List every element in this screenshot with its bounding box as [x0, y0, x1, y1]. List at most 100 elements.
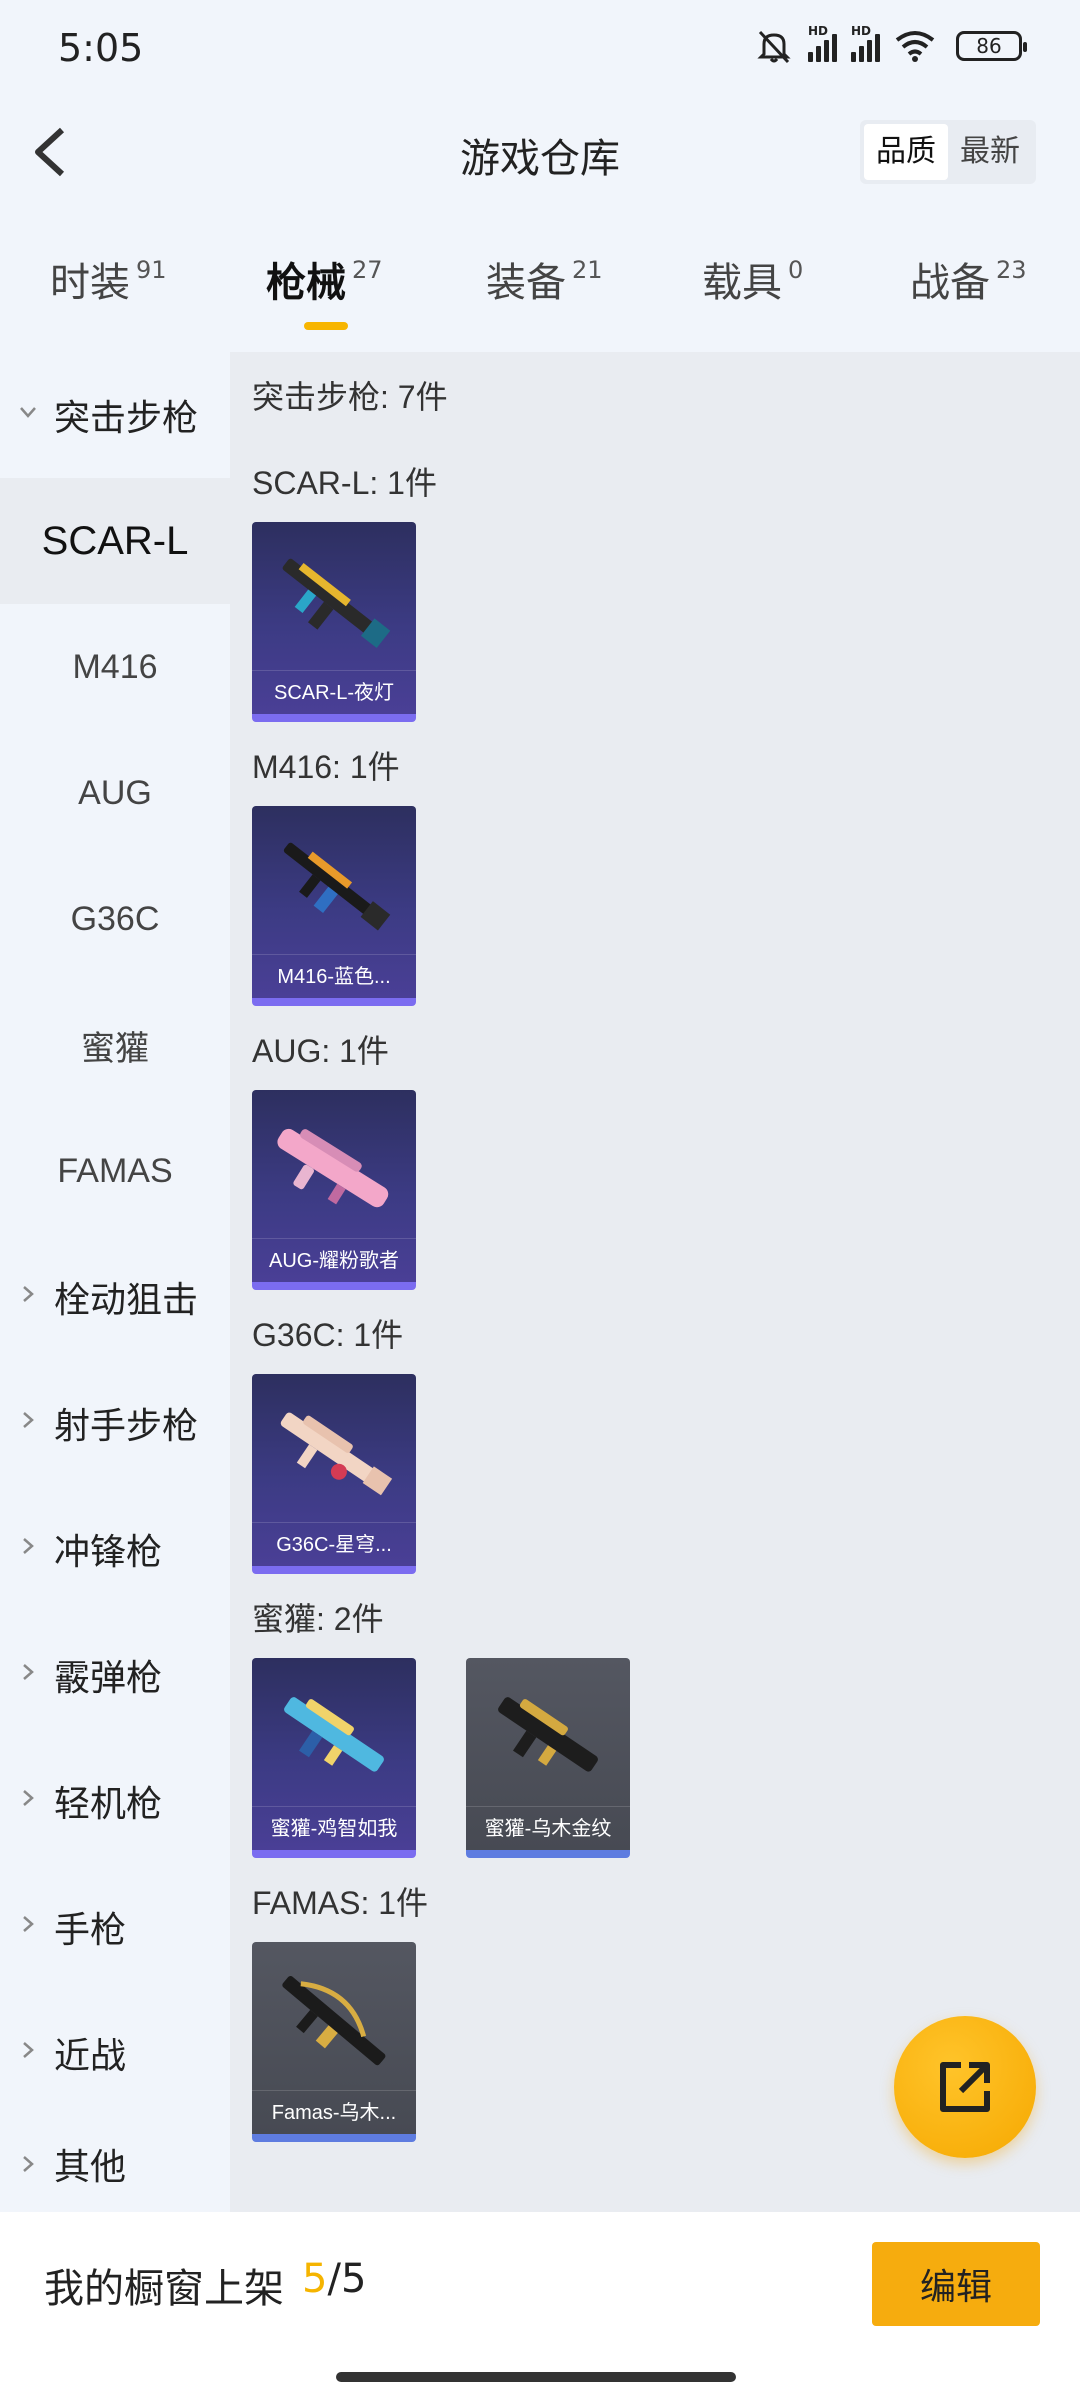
sidebar-item-label: 突击步枪: [54, 398, 199, 439]
battery-icon: 86: [956, 31, 1027, 61]
sidebar-item-label: 霰弹枪: [54, 1658, 163, 1699]
status-bar: 5:05 HD HD 86: [0, 0, 1080, 100]
weapon-card-name: SCAR-L-夜灯: [252, 670, 416, 714]
sidebar-item-label: 轻机枪: [54, 1784, 163, 1825]
weapon-card-name: AUG-耀粉歌者: [252, 1238, 416, 1282]
weapon-card-name: Famas-乌木...: [252, 2090, 416, 2134]
chevron-right-icon: [23, 1286, 34, 1302]
signal-2-icon: HD: [851, 24, 880, 62]
weapon-card[interactable]: SCAR-L-夜灯: [252, 522, 416, 722]
active-tab-indicator: [304, 322, 348, 330]
weapon-card[interactable]: 蜜獾-乌木金纹: [466, 1658, 630, 1858]
showcase-label: 我的橱窗上架: [44, 2266, 284, 2312]
sidebar-item-shotgun[interactable]: 霰弹枪: [0, 1612, 230, 1738]
weapon-card[interactable]: Famas-乌木...: [252, 1942, 416, 2142]
sidebar-item-label: 栓动狙击: [54, 1280, 199, 1321]
group-label: SCAR-L: 1件: [252, 465, 437, 501]
group-label: FAMAS: 1件: [252, 1885, 429, 1921]
sidebar-subitem-honey-badger[interactable]: 蜜獾: [0, 982, 230, 1108]
home-indicator[interactable]: [336, 2372, 736, 2382]
chevron-right-icon: [23, 1664, 34, 1680]
chevron-right-icon: [23, 2156, 34, 2172]
sidebar-subitem-scar-l[interactable]: SCAR-L: [0, 478, 230, 604]
group-label: 蜜獾: 2件: [252, 1601, 384, 1637]
status-icons: HD HD 86: [754, 24, 1027, 64]
weapon-list: 突击步枪: 7件 SCAR-L: 1件 SCAR-L-夜灯 M416: 1件 M…: [230, 352, 1080, 2212]
sidebar-item-smg[interactable]: 冲锋枪: [0, 1486, 230, 1612]
clock-time: 5:05: [58, 26, 144, 70]
rifle-skin-icon: [284, 1697, 384, 1772]
chevron-right-icon: [23, 1538, 34, 1554]
sidebar-subitem-m416[interactable]: M416: [0, 604, 230, 730]
chevron-right-icon: [23, 1412, 34, 1428]
weapon-card[interactable]: G36C-星穹...: [252, 1374, 416, 1574]
sidebar-subitem-aug[interactable]: AUG: [0, 730, 230, 856]
sidebar-item-melee[interactable]: 近战: [0, 1990, 230, 2116]
rifle-skin-icon: [498, 1697, 598, 1772]
sort-toggle: 品质 最新: [860, 120, 1036, 184]
weapon-card-name: 蜜獾-乌木金纹: [466, 1806, 630, 1850]
sidebar-item-label: 其他: [54, 2147, 127, 2188]
tab-supplies[interactable]: 战备 23: [910, 250, 1027, 308]
tab-firearms[interactable]: 枪械 27: [266, 250, 383, 308]
showcase-separator: /: [327, 2256, 341, 2302]
sidebar-item-pistol[interactable]: 手枪: [0, 1864, 230, 1990]
sort-quality-button[interactable]: 品质: [864, 124, 948, 180]
weapon-card-name: G36C-星穹...: [252, 1522, 416, 1566]
total-count-label: 突击步枪: 7件: [252, 379, 448, 415]
sidebar-item-label: 近战: [54, 2036, 127, 2077]
tab-label: 枪械: [266, 260, 346, 306]
showcase-total: 5: [340, 2256, 367, 2302]
battery-level: 86: [976, 34, 1002, 58]
sidebar-item-bolt-sniper[interactable]: 栓动狙击: [0, 1234, 230, 1360]
share-fab-button[interactable]: [894, 2016, 1036, 2158]
sidebar-item-lmg[interactable]: 轻机枪: [0, 1738, 230, 1864]
tab-count: 21: [572, 256, 603, 284]
tab-label: 时装: [50, 260, 130, 306]
chevron-down-icon: [20, 407, 36, 418]
tab-fashion[interactable]: 时装 91: [50, 250, 167, 308]
hd-label-1: HD: [808, 24, 829, 38]
tab-label: 载具: [702, 260, 782, 306]
wifi-icon: [895, 31, 935, 62]
sidebar-item-label: 手枪: [54, 1910, 127, 1951]
tab-equipment[interactable]: 装备 21: [486, 250, 603, 308]
rifle-skin-icon: [277, 1128, 389, 1208]
sidebar-subitem-famas[interactable]: FAMAS: [0, 1108, 230, 1234]
external-link-icon: [940, 2062, 990, 2112]
showcase-bar: 我的橱窗上架 5/5 编辑: [0, 2212, 1080, 2362]
rifle-skin-icon: [280, 1412, 393, 1496]
tab-count: 91: [136, 256, 167, 284]
sidebar-item-assault-rifle[interactable]: 突击步枪: [0, 352, 230, 478]
sidebar-subitem-g36c[interactable]: G36C: [0, 856, 230, 982]
weapon-card[interactable]: 蜜獾-鸡智如我: [252, 1658, 416, 1858]
showcase-current: 5: [302, 2256, 328, 2302]
chevron-right-icon: [23, 1916, 34, 1932]
sidebar-item-label: 冲锋枪: [54, 1532, 163, 1573]
sidebar-item-label: 射手步枪: [54, 1406, 199, 1447]
group-label: G36C: 1件: [252, 1317, 404, 1353]
edit-button[interactable]: 编辑: [872, 2242, 1040, 2326]
sort-latest-button[interactable]: 最新: [948, 124, 1032, 180]
weapon-card[interactable]: AUG-耀粉歌者: [252, 1090, 416, 1290]
bell-muted-icon: [757, 30, 791, 64]
signal-1-icon: HD: [808, 24, 837, 62]
sidebar-item-other[interactable]: 其他: [0, 2116, 230, 2212]
tab-label: 战备: [910, 260, 990, 306]
showcase-count: 5/5: [302, 2256, 366, 2302]
chevron-right-icon: [23, 2042, 34, 2058]
sidebar-item-marksman-rifle[interactable]: 射手步枪: [0, 1360, 230, 1486]
rifle-skin-icon: [283, 842, 391, 931]
header: 游戏仓库 品质 最新: [0, 100, 1080, 210]
weapon-category-sidebar: 突击步枪 SCAR-L M416 AUG G36C 蜜獾 FAMAS 栓动狙击 …: [0, 352, 230, 2212]
tab-count: 27: [352, 256, 383, 284]
tab-vehicles[interactable]: 载具 0: [702, 250, 803, 308]
group-label: M416: 1件: [252, 749, 400, 785]
group-label: AUG: 1件: [252, 1033, 389, 1069]
weapon-card[interactable]: M416-蓝色...: [252, 806, 416, 1006]
rifle-skin-icon: [282, 1975, 386, 2066]
weapon-card-name: M416-蓝色...: [252, 954, 416, 998]
tab-count: 0: [788, 256, 804, 284]
rifle-skin-icon: [282, 558, 391, 649]
hd-label-2: HD: [851, 24, 872, 38]
